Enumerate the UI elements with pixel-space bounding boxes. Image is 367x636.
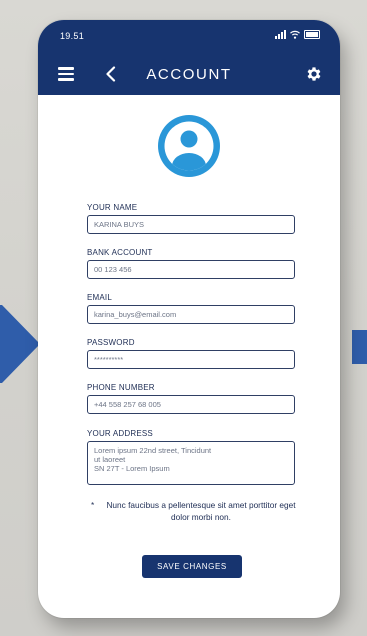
bank-account-field: BANK ACCOUNT 00 123 456 — [87, 248, 295, 279]
address-line: ut laoreet — [94, 455, 126, 464]
app-header: 19.51 ACCOUNT — [38, 20, 340, 95]
address-line: SN 27T - Lorem Ipsum — [94, 464, 170, 473]
phone-field: PHONE NUMBER +44 558 257 68 005 — [87, 383, 295, 414]
address-line: Lorem ipsum 22nd street, Tincidunt — [94, 446, 212, 455]
status-icons — [275, 30, 320, 39]
address-field: YOUR ADDRESS Lorem ipsum 22nd street, Ti… — [87, 429, 295, 485]
save-changes-button[interactable]: SAVE CHANGES — [142, 555, 242, 578]
user-avatar-icon[interactable] — [156, 113, 222, 179]
phone-label: PHONE NUMBER — [87, 383, 155, 392]
name-label: YOUR NAME — [87, 203, 138, 212]
email-input[interactable]: karina_buys@email.com — [87, 305, 295, 324]
password-field: PASSWORD ********** — [87, 338, 295, 369]
phone-screen: 19.51 ACCOUNT YOUR NAME KARINA BUYS BANK… — [38, 20, 340, 618]
email-label: EMAIL — [87, 293, 113, 302]
battery-icon — [304, 30, 320, 39]
gear-icon[interactable] — [305, 65, 323, 83]
email-field: EMAIL karina_buys@email.com — [87, 293, 295, 324]
password-input[interactable]: ********** — [87, 350, 295, 369]
password-label: PASSWORD — [87, 338, 135, 347]
right-arrow-shape — [352, 330, 367, 364]
name-input[interactable]: KARINA BUYS — [87, 215, 295, 234]
bank-account-label: BANK ACCOUNT — [87, 248, 153, 257]
address-label: YOUR ADDRESS — [87, 429, 153, 438]
wifi-icon — [290, 30, 300, 39]
info-note: * Nunc faucibus a pellentesque sit amet … — [91, 499, 301, 523]
left-arrow-shape — [0, 305, 40, 383]
page-title: ACCOUNT — [146, 66, 232, 83]
note-marker: * — [91, 500, 95, 510]
signal-icon — [275, 30, 286, 39]
bank-account-input[interactable]: 00 123 456 — [87, 260, 295, 279]
name-field: YOUR NAME KARINA BUYS — [87, 203, 295, 234]
address-input[interactable]: Lorem ipsum 22nd street, Tincidunt ut la… — [87, 441, 295, 485]
status-time: 19.51 — [60, 31, 85, 41]
note-text: Nunc faucibus a pellentesque sit amet po… — [106, 500, 296, 522]
phone-input[interactable]: +44 558 257 68 005 — [87, 395, 295, 414]
